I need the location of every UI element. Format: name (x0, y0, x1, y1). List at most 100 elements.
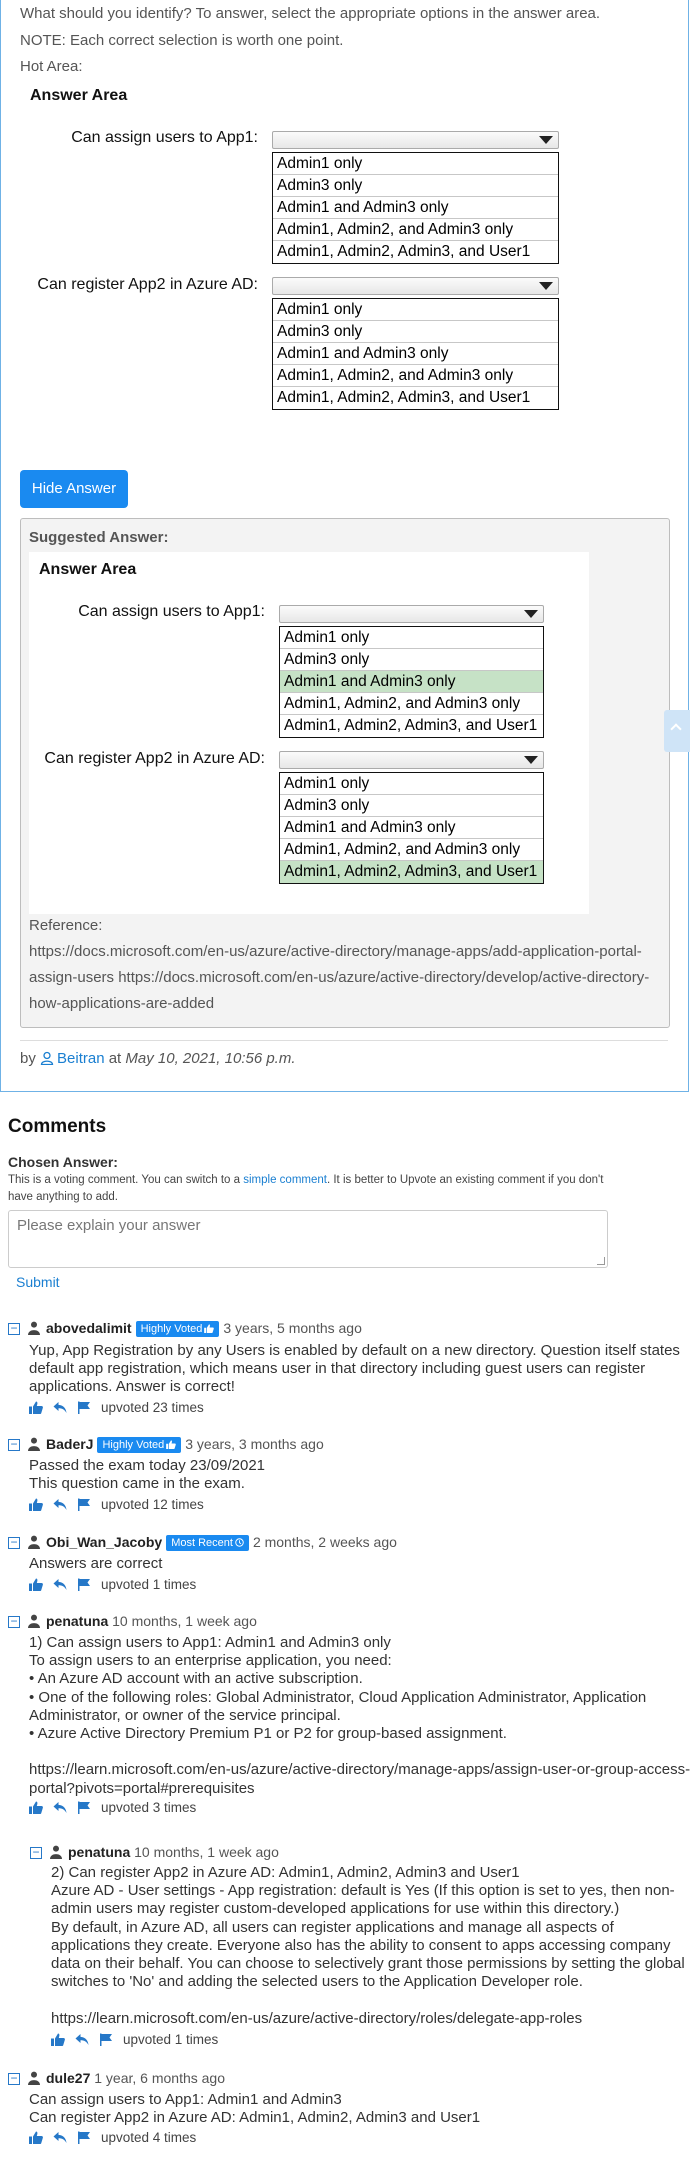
collapse-toggle-icon[interactable]: − (8, 1322, 20, 1335)
thumbs-up-icon[interactable] (51, 2033, 65, 2046)
upvote-count: upvoted 1 times (101, 1577, 197, 1592)
dropdown-option[interactable]: Admin1, Admin2, Admin3, and User1 (273, 241, 558, 263)
comment-age: 3 years, 5 months ago (223, 1320, 362, 1336)
comment-line: applications they create. Everyone also … (51, 1936, 671, 1954)
comment-header: dule27 1 year, 6 months ago (28, 2070, 225, 2086)
comment-body: 2) Can register App2 in Azure AD: Admin1… (51, 1864, 685, 2028)
dropdown-option[interactable]: Admin1 only (273, 299, 558, 321)
suggested-answer-title: Suggested Answer: (29, 529, 169, 546)
comment-line: default app registration, which means us… (29, 1360, 646, 1378)
flag-icon[interactable] (77, 1401, 91, 1414)
comment-username[interactable]: BaderJ (46, 1436, 93, 1452)
comment-line: admin users may register custom-develope… (51, 1900, 620, 1918)
reference-link[interactable]: https://docs.microsoft.com/en-us/azure/a… (29, 943, 642, 960)
question-note: NOTE: Each correct selection is worth on… (20, 32, 344, 49)
flag-icon[interactable] (77, 1578, 91, 1591)
dropdown-option[interactable]: Admin1, Admin2, and Admin3 only (273, 219, 558, 241)
comment-header: Obi_Wan_Jacoby Most Recent 2 months, 2 wee… (28, 1534, 397, 1551)
collapse-toggle-icon[interactable]: − (30, 1846, 42, 1859)
reference-label: Reference: (29, 917, 103, 934)
comment-line: switches to 'No' and adding the selected… (51, 1973, 583, 1991)
chevron-down-icon (539, 282, 553, 290)
flag-icon[interactable] (77, 1498, 91, 1511)
dropdown-option: Admin1, Admin2, Admin3, and User1 (280, 861, 543, 883)
hide-answer-button[interactable]: Hide Answer (20, 470, 128, 508)
submit-button[interactable]: Submit (16, 1274, 60, 1290)
collapse-toggle-icon[interactable]: − (8, 1438, 20, 1451)
comment-line: 2) Can register App2 in Azure AD: Admin1… (51, 1864, 520, 1881)
comment-line: https://learn.microsoft.com/en-us/azure/… (51, 2009, 583, 2027)
dropdown-option[interactable]: Admin1, Admin2, and Admin3 only (273, 365, 558, 387)
resize-handle[interactable] (597, 1257, 605, 1265)
reply-icon[interactable] (53, 1401, 67, 1414)
flag-icon[interactable] (99, 2033, 113, 2046)
reply-icon[interactable] (53, 1498, 67, 1511)
flag-icon[interactable] (77, 2131, 91, 2144)
dropdown-option[interactable]: Admin1, Admin2, Admin3, and User1 (273, 387, 558, 409)
flag-icon[interactable] (77, 1801, 91, 1814)
reply-icon[interactable] (53, 2131, 67, 2144)
comment-line: • One of the following roles: Global Adm… (29, 1688, 647, 1706)
dropdown-option: Admin1, Admin2, and Admin3 only (280, 693, 543, 715)
comment-line: Yup, App Registration by any Users is en… (29, 1342, 680, 1359)
comment-username[interactable]: penatuna (46, 1613, 108, 1629)
comment-line: Answers are correct (29, 1555, 163, 1572)
reference-link[interactable]: how-applications-are-added (29, 995, 214, 1012)
comment-line: portal?pivots=portal#prerequisites (29, 1779, 255, 1797)
suggested-answer-box: Suggested Answer: Answer Area Can assign… (20, 518, 670, 1028)
dropdown-option[interactable]: Admin1 and Admin3 only (273, 343, 558, 365)
dropdown-register-app (279, 751, 544, 769)
comment-line: data on their behalf. You can choose to … (51, 1955, 685, 1973)
comment-actions: upvoted 23 times (29, 1400, 204, 1415)
comment-line (51, 1991, 685, 2009)
upvote-count: upvoted 3 times (101, 1800, 197, 1815)
comment-body: 1) Can assign users to App1: Admin1 and … (29, 1634, 690, 1798)
author-link[interactable]: Beitran (57, 1050, 105, 1067)
dropdown-options-assign: Admin1 only Admin3 only Admin1 and Admin… (272, 152, 559, 264)
comment-body: Answers are correct (29, 1555, 162, 1573)
comment-badge: Most Recent (166, 1535, 249, 1551)
dropdown-option[interactable]: Admin1 only (273, 153, 558, 175)
person-icon (28, 1614, 40, 1628)
thumbs-up-icon[interactable] (29, 1401, 43, 1414)
comment-username[interactable]: dule27 (46, 2070, 90, 2086)
chevron-down-icon (524, 756, 538, 764)
comment-header: abovedalimit Highly Voted 3 years, 5 month… (28, 1320, 362, 1337)
reply-icon[interactable] (53, 1578, 67, 1591)
reply-icon[interactable] (53, 1801, 67, 1814)
collapse-toggle-icon[interactable]: − (8, 1536, 20, 1549)
comment-username[interactable]: abovedalimit (46, 1320, 132, 1336)
comment-age: 10 months, 1 week ago (112, 1613, 257, 1629)
reference-link[interactable]: assign-users https://docs.microsoft.com/… (29, 969, 649, 986)
comment-age: 10 months, 1 week ago (134, 1844, 279, 1860)
simple-comment-link[interactable]: simple comment (243, 1174, 327, 1186)
dropdown-option[interactable]: Admin1 and Admin3 only (273, 197, 558, 219)
reply-icon[interactable] (75, 2033, 89, 2046)
dropdown-assign-users[interactable] (272, 131, 559, 149)
thumbs-up-icon[interactable] (29, 1801, 43, 1814)
dropdown-option[interactable]: Admin3 only (273, 175, 558, 197)
comment-username[interactable]: penatuna (68, 1844, 130, 1860)
voting-note: This is a voting comment. You can switch… (8, 1172, 618, 1206)
comment-username[interactable]: Obi_Wan_Jacoby (46, 1534, 162, 1550)
comment-age: 2 months, 2 weeks ago (252, 1534, 397, 1550)
comment-badge: Highly Voted (135, 1321, 220, 1337)
comment-body: Yup, App Registration by any Users is en… (29, 1342, 680, 1397)
upvote-count: upvoted 4 times (101, 2130, 197, 2145)
collapse-toggle-icon[interactable]: − (8, 1615, 20, 1628)
collapse-toggle-icon[interactable]: − (8, 2072, 20, 2085)
dropdown-assign-users (279, 605, 544, 623)
comment-textarea[interactable]: Please explain your answer (8, 1210, 608, 1268)
comment-body: Passed the exam today 23/09/2021 This que… (29, 1457, 265, 1493)
chevron-up-icon (670, 723, 682, 735)
comment-line: Can assign users to App1: Admin1 and Adm… (29, 2091, 342, 2108)
dropdown-option[interactable]: Admin3 only (273, 321, 558, 343)
voting-note-text: This is a voting comment. You can switch… (8, 1174, 241, 1186)
scroll-top-tab[interactable] (664, 710, 690, 752)
thumbs-up-icon[interactable] (29, 2131, 43, 2144)
comments-title: Comments (8, 1116, 107, 1137)
thumbs-up-icon[interactable] (29, 1578, 43, 1591)
dropdown-register-app[interactable] (272, 277, 559, 295)
comment-actions: upvoted 1 times (51, 2032, 218, 2047)
thumbs-up-icon[interactable] (29, 1498, 43, 1511)
